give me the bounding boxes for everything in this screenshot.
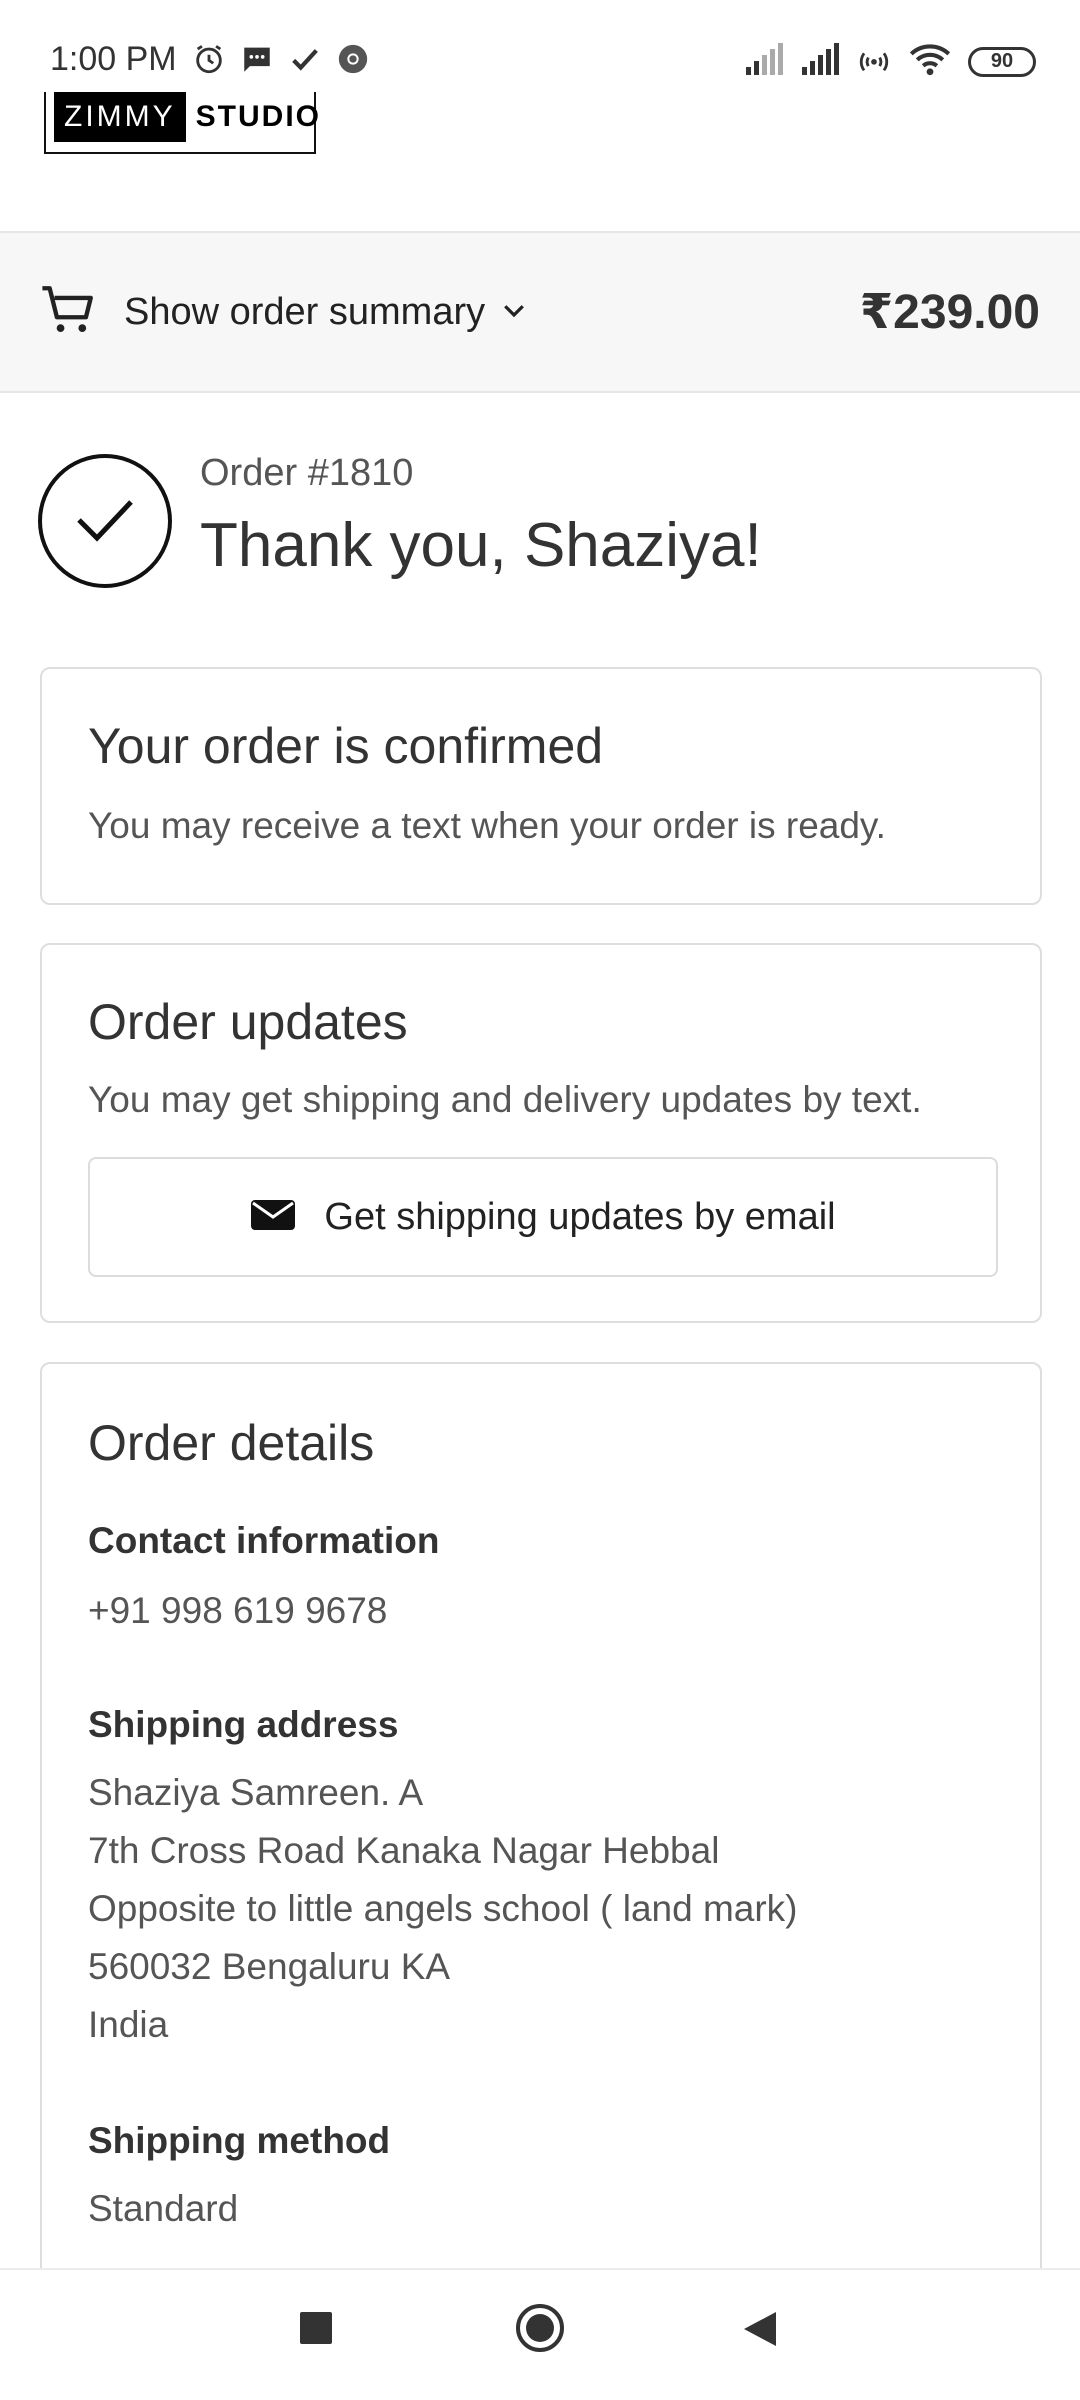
address-line: 7th Cross Road Kanaka Nagar Hebbal	[88, 1830, 720, 1871]
address-line: Opposite to little angels school ( land …	[88, 1888, 798, 1929]
hotspot-icon	[856, 42, 892, 81]
back-button[interactable]	[742, 2310, 778, 2353]
order-number: Order #1810	[200, 452, 414, 494]
order-updates-text: You may get shipping and delivery update…	[88, 1079, 922, 1120]
order-confirmed-text: You may receive a text when your order i…	[88, 805, 886, 846]
email-icon	[250, 1198, 296, 1237]
shipping-address: Shaziya Samreen. A 7th Cross Road Kanaka…	[88, 1764, 798, 2054]
order-summary-label: Show order summary	[124, 290, 486, 333]
chrome-icon	[336, 42, 370, 81]
order-summary-bar: Show order summary ₹239.00	[0, 231, 1080, 393]
thank-you-heading: Thank you, Shaziya!	[200, 511, 762, 580]
cart-icon	[40, 283, 98, 342]
address-line: India	[88, 2004, 169, 2045]
wifi-icon	[908, 42, 952, 81]
order-updates-card: Order updates You may get shipping and d…	[40, 943, 1042, 1323]
signal-icon	[800, 43, 840, 80]
shipping-address-heading: Shipping address	[88, 1704, 399, 1745]
check-icon	[288, 42, 322, 81]
order-confirmed-check-icon	[38, 454, 172, 588]
order-confirmed-card: Your order is confirmed You may receive …	[40, 667, 1042, 905]
shipping-method-heading: Shipping method	[88, 2120, 391, 2161]
message-icon	[240, 42, 274, 81]
contact-phone: +91 998 619 9678	[88, 1590, 388, 1631]
contact-information-heading: Contact information	[88, 1520, 440, 1561]
order-updates-title: Order updates	[88, 994, 408, 1050]
logo-text-zimmy: ZIMMY	[54, 92, 186, 142]
notification-icons	[192, 42, 370, 81]
alarm-icon	[192, 42, 226, 81]
status-time: 1:00 PM	[50, 40, 177, 78]
order-total-price: ₹239.00	[859, 286, 1040, 339]
address-line: 560032 Bengaluru KA	[88, 1946, 451, 1987]
battery-icon: 90	[968, 46, 1036, 77]
order-details-card: Order details Contact information +91 99…	[40, 1362, 1042, 2400]
system-navigation-bar	[0, 2268, 1080, 2400]
address-line: Shaziya Samreen. A	[88, 1772, 424, 1813]
order-confirmed-title: Your order is confirmed	[88, 718, 604, 774]
system-icons: 90	[744, 42, 1036, 81]
chevron-down-icon	[499, 295, 529, 330]
email-updates-button[interactable]: Get shipping updates by email	[88, 1157, 998, 1277]
logo-text-studio: STUDIO	[195, 100, 321, 133]
store-logo[interactable]: ZIMMY STUDIO	[44, 92, 319, 154]
email-updates-button-label: Get shipping updates by email	[324, 1195, 836, 1238]
order-details-title: Order details	[88, 1415, 375, 1471]
home-button[interactable]	[514, 2302, 566, 2359]
status-bar: 1:00 PM 90	[0, 0, 1080, 92]
recents-button[interactable]	[298, 2310, 334, 2351]
show-order-summary-toggle[interactable]: Show order summary	[40, 283, 529, 342]
shipping-method-value: Standard	[88, 2188, 239, 2229]
signal-weak-icon	[744, 43, 784, 80]
